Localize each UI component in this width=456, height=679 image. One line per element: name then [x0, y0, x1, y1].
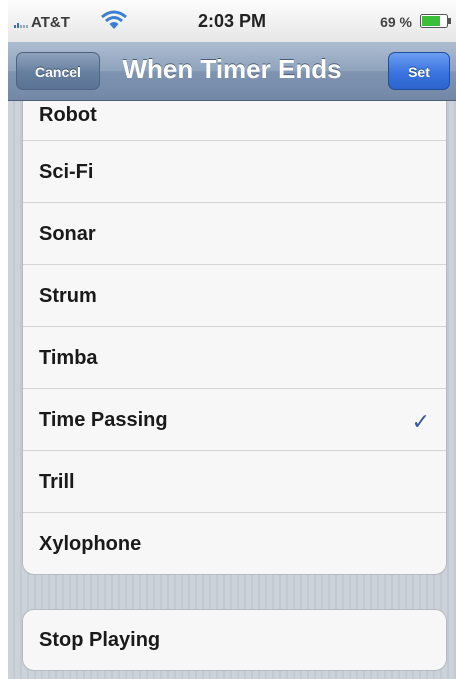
list-item-label: Robot — [39, 104, 97, 126]
cancel-button[interactable]: Cancel — [16, 52, 100, 90]
list-item-label: Time Passing — [39, 409, 168, 431]
list-item-label: Sonar — [39, 223, 96, 245]
list-item-sonar[interactable]: Sonar — [23, 203, 446, 265]
stop-playing-label: Stop Playing — [39, 629, 161, 651]
list-item-label: Xylophone — [39, 533, 142, 555]
phone-screen: AT&T 2:03 PM 69 % Cancel When Timer Ends… — [8, 0, 456, 679]
list-item-trill[interactable]: Trill — [23, 451, 446, 513]
list-item-timba[interactable]: Timba — [23, 327, 446, 389]
navigation-bar: Cancel When Timer Ends Set — [8, 42, 456, 101]
stop-playing-button[interactable]: Stop Playing — [22, 609, 447, 671]
battery-percentage: 69 % — [380, 14, 412, 30]
list-item-label: Trill — [39, 471, 75, 493]
list-item-label: Strum — [39, 285, 97, 307]
set-button[interactable]: Set — [388, 52, 450, 90]
checkmark-icon: ✓ — [411, 409, 430, 434]
battery-icon — [420, 14, 451, 28]
sound-list: Robot Sci-Fi Sonar Strum Timba Time Pass… — [22, 101, 447, 575]
page-title: When Timer Ends — [122, 54, 342, 84]
list-item-time-passing[interactable]: Time Passing ✓ — [23, 389, 446, 451]
list-item-xylophone[interactable]: Xylophone — [23, 513, 446, 574]
list-item-label: Timba — [39, 347, 98, 369]
list-item-label: Sci-Fi — [39, 161, 94, 183]
list-item-strum[interactable]: Strum — [23, 265, 446, 327]
list-item-robot[interactable]: Robot — [23, 101, 446, 141]
list-item-sci-fi[interactable]: Sci-Fi — [23, 141, 446, 203]
status-bar: AT&T 2:03 PM 69 % — [8, 0, 456, 42]
